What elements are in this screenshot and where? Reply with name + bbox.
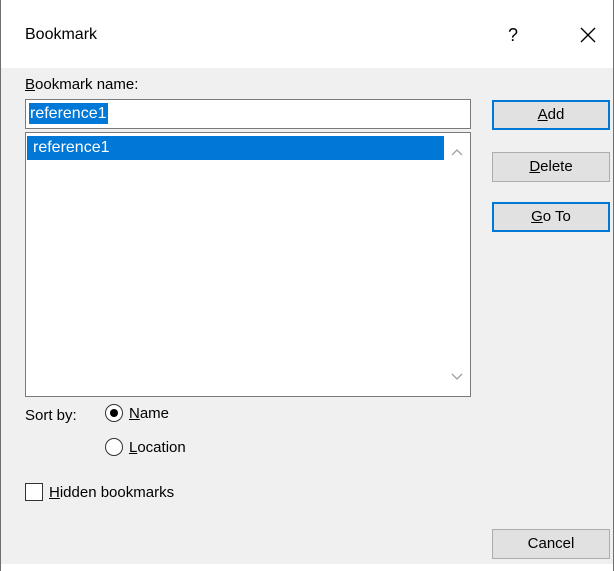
go-to-button-mnemonic: G [531, 208, 543, 225]
sort-by-label: Sort by: [25, 407, 77, 424]
bottom-edge [1, 564, 613, 571]
chevron-up-icon [451, 149, 462, 156]
close-icon [580, 27, 596, 43]
help-icon: ? [507, 25, 518, 45]
bookmark-dialog: Bookmark ? Bookmark name: reference1 ref… [0, 0, 614, 571]
hidden-bookmarks-text: idden bookmarks [59, 483, 175, 501]
sort-by-name-text: ame [139, 404, 170, 422]
list-item[interactable]: reference1 [27, 136, 445, 160]
hidden-bookmarks-mnemonic: H [49, 483, 60, 501]
add-button[interactable]: Add [492, 100, 610, 130]
sort-by-location-text: ocation [137, 438, 186, 456]
bookmark-list[interactable]: reference1 [25, 132, 471, 397]
radio-checked-icon[interactable] [105, 404, 123, 422]
scroll-down-button[interactable] [444, 367, 469, 389]
radio-unchecked-icon[interactable] [105, 438, 123, 456]
scroll-up-button[interactable] [444, 142, 469, 164]
help-button[interactable]: ? [497, 18, 529, 52]
go-to-button-label: o To [542, 208, 571, 225]
bookmark-name-label: Bookmark name: [25, 76, 138, 93]
title-bar: Bookmark ? [1, 0, 613, 68]
cancel-button[interactable]: Cancel [492, 529, 610, 559]
dialog-title: Bookmark [25, 26, 98, 43]
bookmark-name-label-text: ookmark name: [35, 76, 139, 93]
list-scrollbar[interactable] [444, 134, 469, 395]
sort-by-location-label: Location [129, 439, 186, 456]
sort-by-location-radio[interactable]: Location [105, 438, 186, 456]
sort-by-name-label: Name [129, 405, 169, 422]
add-button-label: dd [547, 106, 565, 123]
delete-button-mnemonic: D [529, 158, 541, 175]
hidden-bookmarks-checkbox[interactable]: Hidden bookmarks [25, 483, 174, 501]
go-to-button[interactable]: Go To [492, 202, 610, 232]
sort-by-name-mnemonic: N [129, 404, 140, 422]
add-button-mnemonic: A [537, 106, 548, 123]
checkbox-unchecked-icon[interactable] [25, 483, 43, 501]
delete-button[interactable]: Delete [492, 152, 610, 182]
delete-button-label: elete [540, 158, 573, 175]
chevron-down-icon [451, 373, 462, 380]
hidden-bookmarks-label: Hidden bookmarks [49, 484, 174, 501]
close-button[interactable] [569, 18, 607, 52]
bookmark-name-value: reference1 [29, 103, 108, 124]
sort-by-name-radio[interactable]: Name [105, 404, 169, 422]
bookmark-name-label-mnemonic: B [25, 76, 36, 93]
bookmark-name-input[interactable]: reference1 [25, 99, 471, 129]
